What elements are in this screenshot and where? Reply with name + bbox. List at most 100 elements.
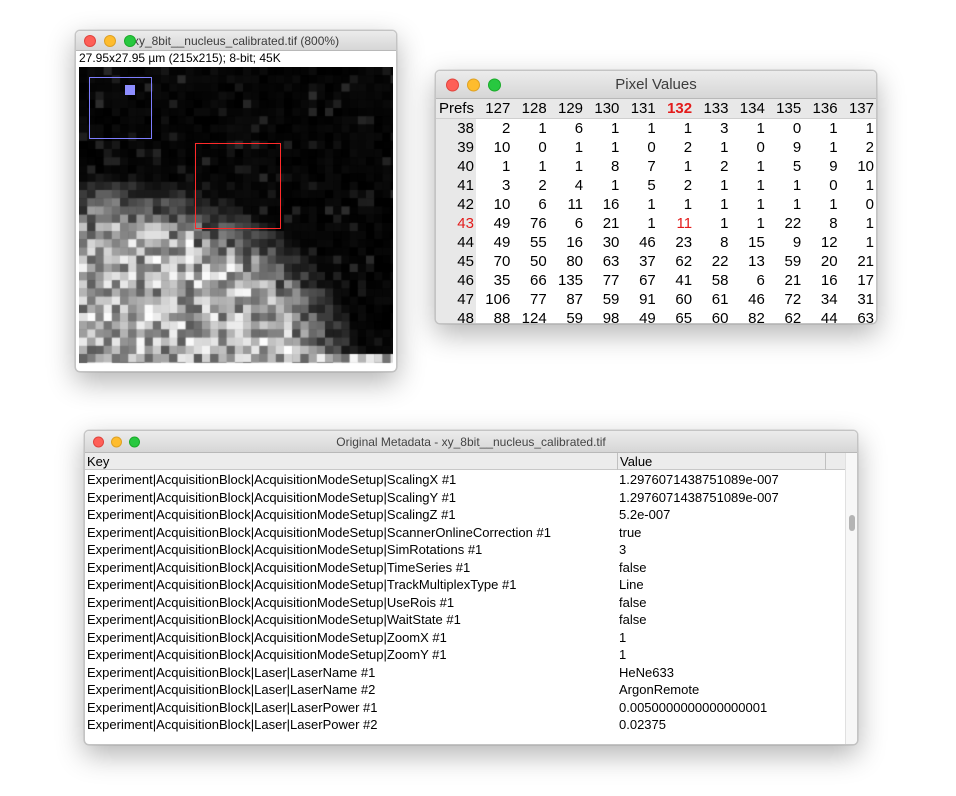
metadata-row[interactable]: Experiment|AcquisitionBlock|Laser|LaserN… (85, 664, 845, 682)
scrollbar-thumb[interactable] (849, 515, 855, 531)
metadata-window[interactable]: Original Metadata - xy_8bit__nucleus_cal… (84, 430, 858, 745)
pixel-value-cell: 1 (865, 234, 874, 251)
pixel-value-cell: 124 (521, 310, 547, 324)
metadata-key: Experiment|AcquisitionBlock|Laser|LaserP… (87, 699, 378, 715)
pixel-value-cell: 34 (820, 291, 838, 308)
metadata-titlebar[interactable]: Original Metadata - xy_8bit__nucleus_cal… (85, 431, 857, 453)
pixel-values-window[interactable]: Pixel Values Prefs 127 128 129 130 131 132 133… (435, 70, 877, 324)
cursor-pixel-marker (125, 85, 135, 95)
minimize-button[interactable] (104, 34, 116, 47)
pixel-value-cell: 23 (675, 234, 693, 251)
row-header-y: 46 (436, 271, 476, 290)
red-roi-box[interactable] (195, 143, 281, 229)
pixel-value-cell: 1 (611, 177, 620, 194)
metadata-title: Original Metadata - xy_8bit__nucleus_cal… (336, 435, 606, 449)
metadata-row[interactable]: Experiment|AcquisitionBlock|AcquisitionM… (85, 524, 845, 542)
metadata-row[interactable]: Experiment|AcquisitionBlock|AcquisitionM… (85, 506, 845, 524)
metadata-value: 1 (619, 647, 627, 662)
metadata-key: Experiment|AcquisitionBlock|AcquisitionM… (87, 577, 517, 592)
metadata-row[interactable]: Experiment|AcquisitionBlock|AcquisitionM… (85, 594, 845, 612)
pixel-value-cell: 11 (567, 196, 584, 213)
close-button[interactable] (446, 78, 459, 91)
pixel-row: 46 35 66 135 77 67 41 58 6 21 16 17 (436, 271, 876, 290)
column-header-x: 133 (694, 99, 731, 119)
pixel-value-cell: 10 (493, 139, 511, 156)
pixel-value-cell: 10 (857, 158, 874, 175)
metadata-row[interactable]: Experiment|AcquisitionBlock|Laser|LaserP… (85, 699, 845, 717)
zoom-button[interactable] (488, 78, 501, 91)
minimize-button[interactable] (111, 436, 122, 447)
pixel-value-cell: 17 (857, 272, 874, 289)
metadata-key: Experiment|AcquisitionBlock|AcquisitionM… (87, 542, 483, 557)
pixel-value-cell: 46 (748, 291, 765, 308)
pixel-value-cell: 9 (792, 234, 802, 251)
metadata-row[interactable]: Experiment|AcquisitionBlock|Laser|LaserN… (85, 681, 845, 699)
metadata-value: 1 (619, 629, 627, 645)
metadata-row[interactable]: Experiment|AcquisitionBlock|AcquisitionM… (85, 646, 845, 664)
pixel-value-cell: 63 (857, 310, 874, 324)
metadata-row[interactable]: Experiment|AcquisitionBlock|AcquisitionM… (85, 471, 845, 489)
blue-roi-box[interactable] (89, 77, 152, 139)
pixel-values-titlebar[interactable]: Pixel Values (436, 71, 876, 99)
metadata-key: Experiment|AcquisitionBlock|AcquisitionM… (87, 472, 457, 487)
pixel-value-cell: 6 (574, 120, 584, 137)
pixel-value-cell: 1 (792, 196, 802, 213)
pixel-value-cell: 1 (756, 196, 765, 213)
metadata-row[interactable]: Experiment|AcquisitionBlock|AcquisitionM… (85, 541, 845, 559)
close-button[interactable] (93, 436, 104, 447)
zoom-button[interactable] (129, 436, 140, 447)
metadata-row[interactable]: Experiment|AcquisitionBlock|AcquisitionM… (85, 489, 845, 507)
pixel-value-cell: 55 (529, 234, 547, 251)
pixel-value-cell: 1 (829, 120, 838, 137)
pixel-value-cell: 59 (602, 291, 620, 308)
pixel-values-title: Pixel Values (615, 76, 697, 93)
pixel-value-cell: 1 (647, 215, 656, 232)
window-controls (446, 78, 509, 91)
pixel-value-cell: 37 (639, 253, 656, 270)
image-canvas[interactable] (79, 67, 393, 366)
pixel-value-cell: 2 (865, 139, 874, 156)
pixel-value-cell: 1 (756, 158, 765, 175)
prefs-button[interactable]: Prefs (436, 99, 476, 119)
pixel-value-cell: 1 (611, 139, 620, 156)
pixel-value-cell: 0 (829, 177, 838, 194)
metadata-row[interactable]: Experiment|AcquisitionBlock|AcquisitionM… (85, 576, 845, 594)
pixel-row: 38 2 1 6 1 1 1 3 1 0 1 1 (436, 118, 876, 138)
metadata-value: 1.2976071438751089e-007 (619, 472, 779, 487)
pixel-value-cell: 1 (865, 215, 874, 232)
image-window[interactable]: xy_8bit__nucleus_calibrated.tif (800%) 2… (75, 30, 397, 372)
zoom-button[interactable] (124, 34, 136, 47)
pixel-row: 45 70 50 80 63 37 62 22 13 59 20 21 (436, 252, 876, 271)
column-header-x: 135 (766, 99, 804, 119)
metadata-row[interactable]: Experiment|AcquisitionBlock|AcquisitionM… (85, 611, 845, 629)
image-window-titlebar[interactable]: xy_8bit__nucleus_calibrated.tif (800%) (76, 31, 396, 51)
metadata-row[interactable]: Experiment|AcquisitionBlock|AcquisitionM… (85, 629, 845, 647)
row-header-y: 40 (436, 157, 476, 176)
metadata-row[interactable]: Experiment|AcquisitionBlock|AcquisitionM… (85, 559, 845, 577)
pixel-value-cell: 1 (538, 120, 547, 137)
pixel-value-cell: 1 (720, 139, 729, 156)
pixel-value-cell: 77 (529, 291, 547, 308)
pixel-value-cell: 61 (711, 291, 729, 308)
pixel-value-cell: 2 (683, 177, 693, 194)
column-header-key[interactable]: Key (87, 453, 109, 470)
pixel-value-cell: 1 (574, 158, 584, 175)
pixel-value-cell: 1 (829, 139, 838, 156)
column-header-value[interactable]: Value (617, 453, 825, 470)
metadata-row[interactable]: Experiment|AcquisitionBlock|Laser|LaserP… (85, 716, 845, 734)
metadata-key: Experiment|AcquisitionBlock|Laser|LaserN… (87, 682, 376, 697)
pixel-value-cell: 1 (756, 215, 765, 232)
pixel-value-cell: 20 (820, 253, 838, 270)
pixel-value-cell: 30 (602, 234, 620, 251)
pixel-values-table: Prefs 127 128 129 130 131 132 133 134 135 136 137 … (436, 99, 876, 324)
pixel-value-cell: 1 (756, 177, 765, 194)
minimize-button[interactable] (467, 78, 480, 91)
metadata-key: Experiment|AcquisitionBlock|Laser|LaserP… (87, 717, 378, 732)
vertical-scrollbar[interactable] (845, 453, 857, 744)
pixel-value-cell: 21 (602, 215, 620, 232)
close-button[interactable] (84, 34, 96, 47)
metadata-value: HeNe633 (619, 664, 674, 680)
pixel-value-cell: 1 (647, 196, 656, 213)
pixel-value-cell: 82 (748, 310, 765, 324)
pixel-value-cell: 41 (675, 272, 693, 289)
